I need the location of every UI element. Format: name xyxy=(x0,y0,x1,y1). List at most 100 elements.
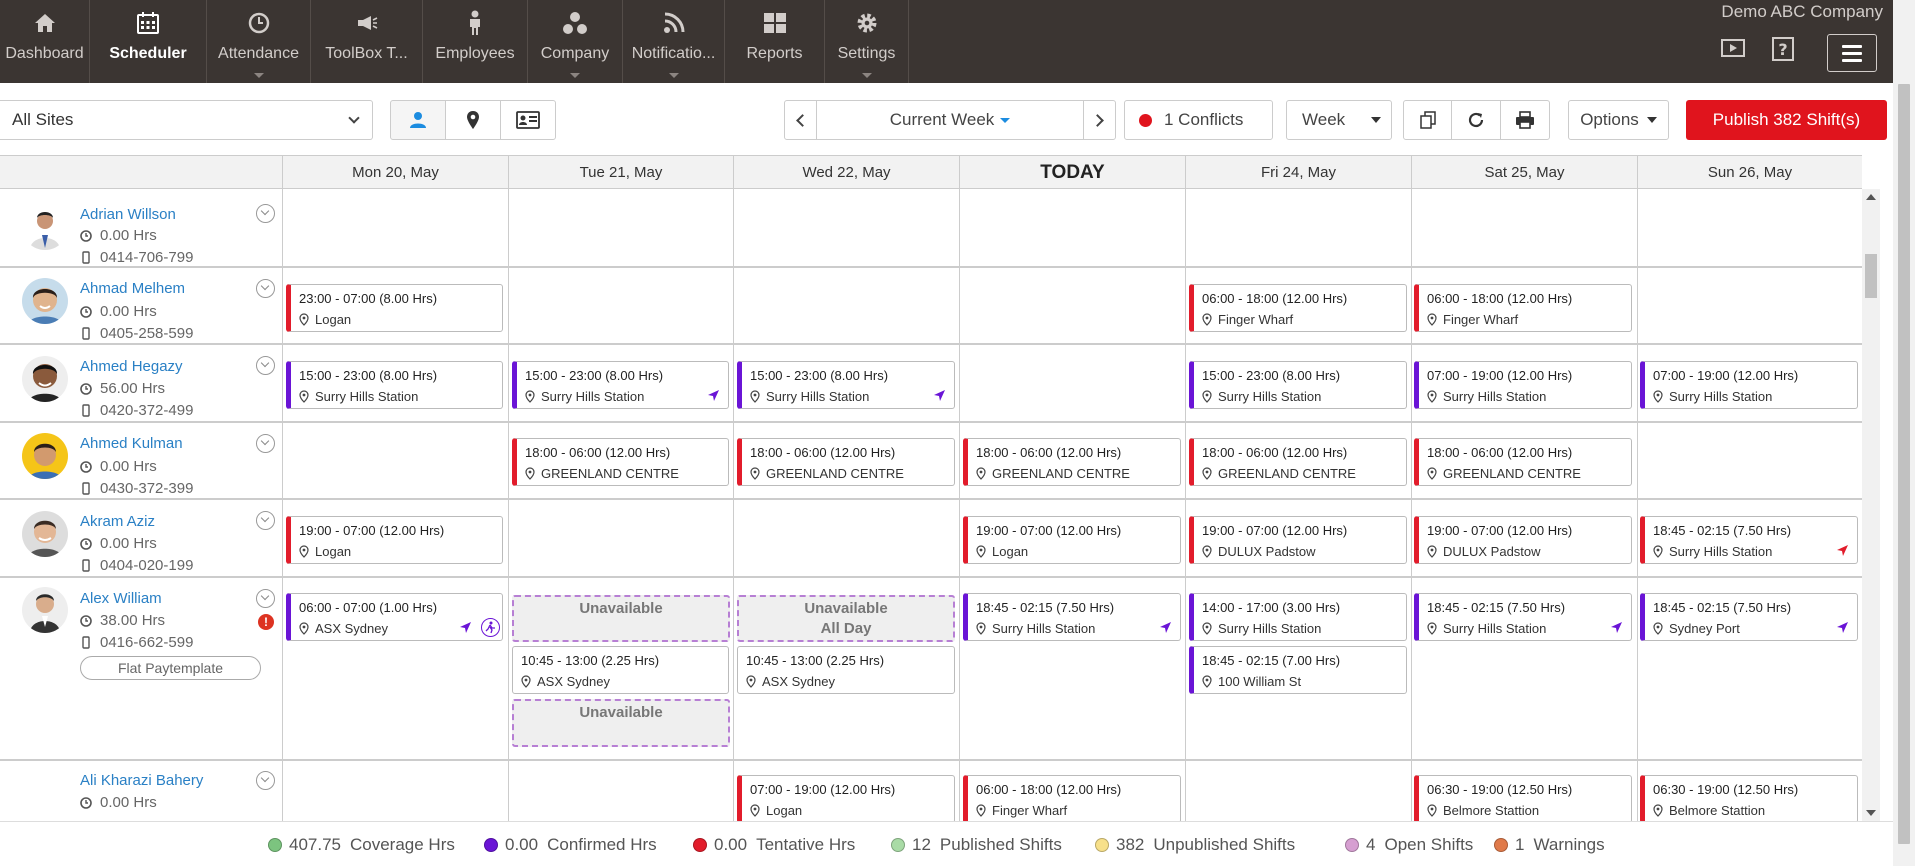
prev-week-button[interactable] xyxy=(784,100,817,140)
site-select[interactable]: All Sites xyxy=(0,100,373,140)
employee-options-button[interactable] xyxy=(256,279,275,298)
shift-time: 19:00 - 07:00 (12.00 Hrs) xyxy=(1202,523,1348,538)
scrollbar-thumb[interactable] xyxy=(1865,254,1877,298)
nav-attendance[interactable]: Attendance xyxy=(207,0,311,83)
scroll-down-icon[interactable] xyxy=(1866,810,1876,816)
nav-reports[interactable]: Reports xyxy=(725,0,825,83)
scroll-up-icon[interactable] xyxy=(1866,194,1876,200)
shift-card[interactable]: 06:00 - 18:00 (12.00 Hrs) Finger Wharf xyxy=(1414,284,1632,332)
map-pin-icon xyxy=(1427,390,1437,403)
employee-name-link[interactable]: Adrian Willson xyxy=(80,206,176,223)
shift-card[interactable]: 10:45 - 13:00 (2.25 Hrs) ASX Sydney xyxy=(737,646,955,694)
employee-options-button[interactable] xyxy=(256,356,275,375)
calendar-icon xyxy=(135,10,161,36)
page-scrollbar[interactable] xyxy=(1893,0,1915,866)
shift-card[interactable]: 23:00 - 07:00 (8.00 Hrs) Logan xyxy=(286,284,503,332)
shift-card[interactable]: 18:00 - 06:00 (12.00 Hrs) GREENLAND CENTR… xyxy=(737,438,955,486)
unavailable-block[interactable]: Unavailable xyxy=(512,699,730,747)
paytemplate-badge[interactable]: Flat Paytemplate xyxy=(80,656,261,680)
shift-card[interactable]: 19:00 - 07:00 (12.00 Hrs) DULUX Padstow xyxy=(1414,516,1632,564)
shift-card[interactable]: 06:30 - 19:00 (12.50 Hrs) Belmore Stattio… xyxy=(1640,775,1858,821)
shift-card[interactable]: 06:00 - 18:00 (12.00 Hrs) Finger Wharf xyxy=(963,775,1181,821)
shift-card[interactable]: 15:00 - 23:00 (8.00 Hrs) Surry Hills Stat… xyxy=(737,361,955,409)
nav-employees[interactable]: Employees xyxy=(423,0,528,83)
shift-card[interactable]: 06:30 - 19:00 (12.50 Hrs) Belmore Stattio… xyxy=(1414,775,1632,821)
shift-card[interactable]: 15:00 - 23:00 (8.00 Hrs) Surry Hills Stat… xyxy=(512,361,729,409)
shift-card[interactable]: 18:45 - 02:15 (7.50 Hrs) Sydney Port xyxy=(1640,593,1858,641)
shift-location-name: Surry Hills Station xyxy=(1669,389,1773,404)
shift-card[interactable]: 18:45 - 02:15 (7.00 Hrs) 100 William St xyxy=(1189,646,1407,694)
conflicts-button[interactable]: 1 Conflicts xyxy=(1124,100,1273,140)
employee-options-button[interactable] xyxy=(256,511,275,530)
employee-name-link[interactable]: Akram Aziz xyxy=(80,513,155,530)
employee-options-button[interactable] xyxy=(256,434,275,453)
employee-view-button[interactable] xyxy=(390,100,446,140)
shift-card[interactable]: 15:00 - 23:00 (8.00 Hrs) Surry Hills Stat… xyxy=(1189,361,1407,409)
shift-card[interactable]: 15:00 - 23:00 (8.00 Hrs) Surry Hills Stat… xyxy=(286,361,503,409)
publish-shifts-button[interactable]: Publish 382 Shift(s) xyxy=(1686,100,1887,140)
map-pin-icon xyxy=(750,390,760,403)
shift-card[interactable]: 18:00 - 06:00 (12.00 Hrs) GREENLAND CENTR… xyxy=(512,438,729,486)
employee-name-link[interactable]: Alex William xyxy=(80,590,162,607)
grid-scrollbar[interactable] xyxy=(1862,189,1880,821)
shift-card[interactable]: 18:00 - 06:00 (12.00 Hrs) GREENLAND CENTR… xyxy=(963,438,1181,486)
view-select[interactable]: Week xyxy=(1286,100,1392,140)
employee-options-button[interactable] xyxy=(256,589,275,608)
nav-notifications[interactable]: Notificatio... xyxy=(623,0,725,83)
employee-name-link[interactable]: Ahmad Melhem xyxy=(80,280,185,297)
shift-time: 07:00 - 19:00 (12.00 Hrs) xyxy=(750,782,896,797)
copy-button[interactable] xyxy=(1403,100,1452,140)
shift-card[interactable]: 14:00 - 17:00 (3.00 Hrs) Surry Hills Stat… xyxy=(1189,593,1407,641)
nav-settings[interactable]: Settings xyxy=(825,0,909,83)
legend-label: Unpublished Shifts xyxy=(1153,834,1296,854)
nav-dashboard[interactable]: Dashboard xyxy=(0,0,90,83)
shift-card[interactable]: 06:00 - 18:00 (12.00 Hrs) Finger Wharf xyxy=(1189,284,1407,332)
unavailable-block[interactable]: Unavailable All Day xyxy=(737,595,955,642)
shift-card[interactable]: 06:00 - 07:00 (1.00 Hrs) ASX Sydney xyxy=(286,593,503,641)
phone-value: 0414-706-799 xyxy=(100,249,194,266)
shift-card[interactable]: 07:00 - 19:00 (12.00 Hrs) Logan xyxy=(737,775,955,821)
employee-options-button[interactable] xyxy=(256,204,275,223)
next-week-button[interactable] xyxy=(1083,100,1116,140)
conflicts-label: 1 Conflicts xyxy=(1164,110,1244,129)
location-view-button[interactable] xyxy=(445,100,501,140)
shift-card[interactable]: 18:45 - 02:15 (7.50 Hrs) Surry Hills Stat… xyxy=(963,593,1181,641)
options-button[interactable]: Options xyxy=(1568,100,1669,140)
warning-alert-icon[interactable]: ! xyxy=(258,614,274,630)
card-view-button[interactable] xyxy=(500,100,556,140)
refresh-button[interactable] xyxy=(1451,100,1501,140)
copy-icon xyxy=(1419,111,1436,129)
shift-location: Belmore Stattion xyxy=(1427,803,1539,818)
legend-value: 0.00 xyxy=(505,834,539,854)
legend-dot-icon xyxy=(1494,837,1508,852)
shift-card[interactable]: 19:00 - 07:00 (12.00 Hrs) DULUX Padstow xyxy=(1189,516,1407,564)
shift-card[interactable]: 07:00 - 19:00 (12.00 Hrs) Surry Hills Sta… xyxy=(1414,361,1632,409)
shift-card[interactable]: 07:00 - 19:00 (12.00 Hrs) Surry Hills Sta… xyxy=(1640,361,1858,409)
unavailable-block[interactable]: Unavailable xyxy=(512,595,730,642)
shift-card[interactable]: 19:00 - 07:00 (12.00 Hrs) Logan xyxy=(286,516,503,564)
employee-options-button[interactable] xyxy=(256,771,275,790)
shift-time: 15:00 - 23:00 (8.00 Hrs) xyxy=(750,368,889,383)
map-pin-icon xyxy=(299,390,309,403)
week-selector[interactable]: Current Week xyxy=(816,100,1084,140)
help-icon[interactable]: ? xyxy=(1772,37,1794,61)
employee-name-link[interactable]: Ahmed Kulman xyxy=(80,435,183,452)
page-scrollbar-thumb[interactable] xyxy=(1898,84,1910,844)
employee-name-link[interactable]: Ahmed Hegazy xyxy=(80,358,183,375)
chevron-down-icon xyxy=(570,73,580,78)
shift-card[interactable]: 18:00 - 06:00 (12.00 Hrs) GREENLAND CENTR… xyxy=(1189,438,1407,486)
hamburger-menu-icon[interactable] xyxy=(1827,34,1877,72)
shift-card[interactable]: 18:00 - 06:00 (12.00 Hrs) GREENLAND CENTR… xyxy=(1414,438,1632,486)
video-tutorial-icon[interactable] xyxy=(1720,37,1746,59)
avatar xyxy=(22,278,68,324)
shift-card[interactable]: 18:45 - 02:15 (7.50 Hrs) Surry Hills Stat… xyxy=(1414,593,1632,641)
print-button[interactable] xyxy=(1500,100,1550,140)
nav-company[interactable]: Company xyxy=(528,0,623,83)
view-mode-group xyxy=(390,100,556,140)
employee-name-link[interactable]: Ali Kharazi Bahery xyxy=(80,772,203,789)
shift-card[interactable]: 19:00 - 07:00 (12.00 Hrs) Logan xyxy=(963,516,1181,564)
shift-card[interactable]: 18:45 - 02:15 (7.50 Hrs) Surry Hills Stat… xyxy=(1640,516,1858,564)
nav-scheduler[interactable]: Scheduler xyxy=(90,0,207,83)
nav-toolbox[interactable]: ToolBox T... xyxy=(311,0,423,83)
shift-card[interactable]: 10:45 - 13:00 (2.25 Hrs) ASX Sydney xyxy=(512,646,729,694)
